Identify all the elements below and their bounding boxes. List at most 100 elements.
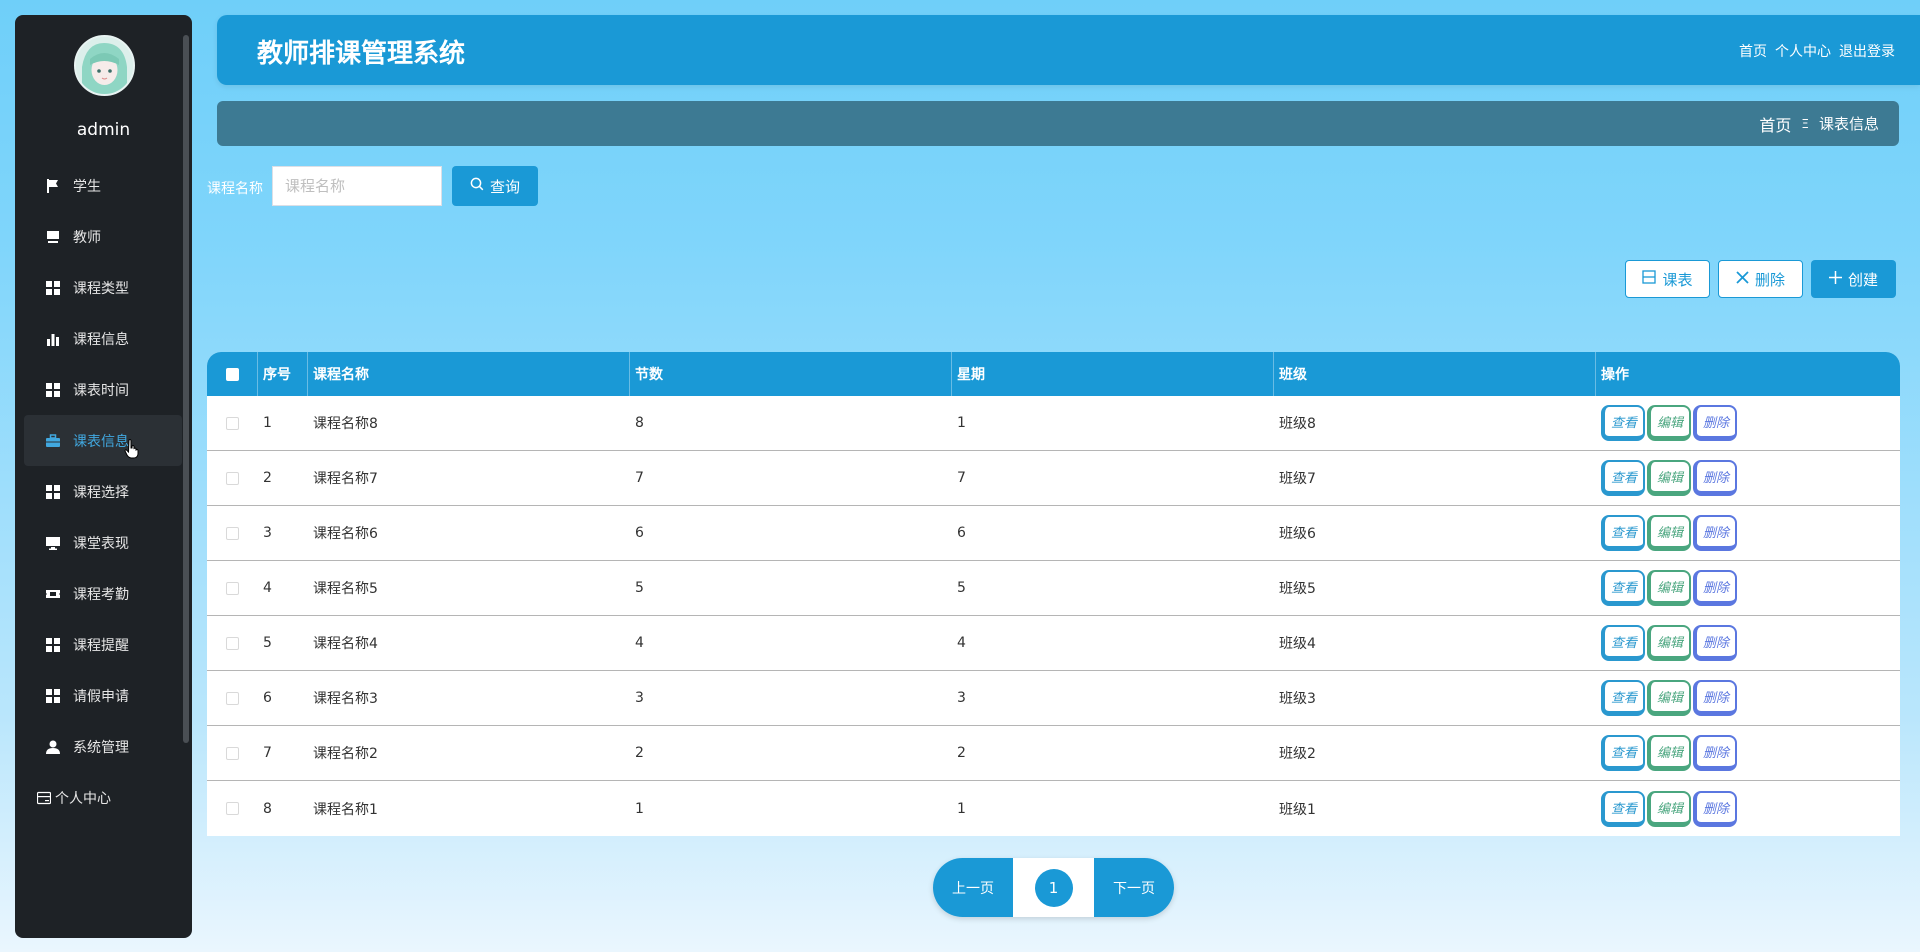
row-class: 班级1 [1279, 801, 1316, 818]
row-check-cell [207, 671, 258, 725]
breadcrumb-current: 课表信息 [1818, 115, 1879, 133]
row-delete-button[interactable]: 删除 [1693, 625, 1737, 661]
row-course-name: 课程名称2 [313, 746, 378, 762]
view-button[interactable]: 查看 [1601, 570, 1645, 606]
header-link-logout[interactable]: 退出登录 [1839, 41, 1895, 61]
edit-button[interactable]: 编辑 [1647, 460, 1691, 496]
row-check-cell [207, 726, 258, 780]
row-class: 班级3 [1279, 691, 1316, 707]
delete-button[interactable]: 删除 [1718, 260, 1803, 298]
row-delete-button[interactable]: 删除 [1693, 405, 1737, 441]
header-link-personal[interactable]: 个人中心 [1775, 41, 1831, 61]
grid-icon [46, 688, 60, 703]
sidebar-item-label: 请假申请 [73, 688, 129, 705]
row-index: 2 [263, 470, 272, 486]
view-button[interactable]: 查看 [1601, 680, 1645, 716]
row-actions: 查看 编辑 删除 [1596, 616, 1900, 670]
row-actions: 查看 编辑 删除 [1596, 671, 1900, 725]
sidebar-item-course-info[interactable]: 课程信息 [15, 313, 192, 364]
row-sections: 1 [635, 800, 644, 817]
row-checkbox[interactable] [226, 746, 239, 760]
user-icon [46, 740, 60, 754]
row-checkbox[interactable] [226, 416, 239, 430]
page-number-current[interactable]: 1 [1034, 868, 1073, 907]
header-link-home[interactable]: 首页 [1739, 41, 1767, 61]
row-index: 8 [263, 800, 272, 817]
create-button[interactable]: 创建 [1811, 260, 1896, 298]
sidebar-item-reminders[interactable]: 课程提醒 [15, 619, 192, 670]
row-checkbox[interactable] [226, 471, 239, 485]
row-delete-button[interactable]: 删除 [1693, 735, 1737, 771]
column-header: 操作 [1601, 367, 1629, 383]
sidebar-item-course-select[interactable]: 课程选择 [15, 466, 192, 517]
view-button[interactable]: 查看 [1601, 735, 1645, 771]
sidebar-item-schedule-time[interactable]: 课表时间 [15, 364, 192, 415]
search-input[interactable] [272, 166, 442, 206]
sidebar-item-schedule-info[interactable]: 课表信息 [24, 415, 182, 466]
row-course-name: 课程名称3 [313, 691, 378, 707]
sidebar-item-label: 课堂表现 [73, 535, 129, 552]
row-index: 1 [263, 415, 272, 431]
column-header: 班级 [1274, 352, 1596, 396]
row-delete-button[interactable]: 删除 [1693, 680, 1737, 716]
row-sections: 8 [635, 415, 644, 431]
view-button[interactable]: 查看 [1601, 460, 1645, 496]
row-class: 班级5 [1279, 581, 1316, 597]
username: admin [76, 120, 131, 140]
schedule-table: 序号 课程名称 节数 星期 班级 操作 1 课程名称8 8 1 班级8 查看 编… [207, 352, 1900, 836]
row-class: 班级8 [1279, 416, 1316, 432]
row-check-cell [207, 396, 258, 450]
row-class: 班级2 [1279, 746, 1316, 762]
view-button[interactable]: 查看 [1601, 790, 1645, 827]
id-card-icon [36, 791, 52, 805]
row-delete-button[interactable]: 删除 [1693, 515, 1737, 551]
next-page-button[interactable]: 下一页 [1094, 858, 1174, 917]
view-button[interactable]: 查看 [1601, 625, 1645, 661]
row-delete-button[interactable]: 删除 [1693, 790, 1737, 827]
sidebar-item-personal-center[interactable]: 个人中心 [15, 772, 192, 823]
row-weekday: 6 [957, 525, 966, 541]
sidebar-item-class-performance[interactable]: 课堂表现 [15, 517, 192, 568]
row-course-name: 课程名称7 [313, 471, 378, 487]
row-checkbox[interactable] [226, 691, 239, 705]
row-delete-button[interactable]: 删除 [1693, 460, 1737, 496]
row-checkbox[interactable] [226, 581, 239, 595]
sidebar-item-leave-requests[interactable]: 请假申请 [15, 670, 192, 721]
edit-button[interactable]: 编辑 [1647, 680, 1691, 716]
breadcrumb-home[interactable]: 首页 [1759, 112, 1791, 136]
sidebar-item-system[interactable]: 系统管理 [15, 721, 192, 772]
edit-button[interactable]: 编辑 [1647, 570, 1691, 606]
edit-button[interactable]: 编辑 [1647, 735, 1691, 771]
view-button[interactable]: 查看 [1601, 405, 1645, 441]
sidebar-item-attendance[interactable]: 课程考勤 [15, 568, 192, 619]
edit-button[interactable]: 编辑 [1647, 405, 1691, 441]
grid-icon [46, 484, 60, 499]
row-checkbox[interactable] [226, 802, 239, 815]
row-check-cell [207, 781, 258, 836]
schedule-button[interactable]: 课表 [1625, 260, 1710, 298]
row-actions: 查看 编辑 删除 [1596, 781, 1900, 836]
column-header: 星期 [952, 352, 1274, 396]
select-all-checkbox[interactable] [225, 367, 239, 381]
edit-button[interactable]: 编辑 [1647, 515, 1691, 551]
edit-button[interactable]: 编辑 [1647, 790, 1691, 827]
row-index: 4 [263, 580, 272, 596]
schedule-button-label: 课表 [1662, 270, 1693, 289]
column-header: 序号 [258, 352, 308, 396]
grid-icon [46, 382, 60, 397]
row-delete-button[interactable]: 删除 [1693, 570, 1737, 606]
row-checkbox[interactable] [226, 636, 239, 650]
sidebar-item-students[interactable]: 学生 [15, 160, 192, 211]
row-sections: 3 [635, 690, 644, 706]
row-checkbox[interactable] [226, 526, 239, 540]
sidebar-item-teachers[interactable]: 教师 [15, 211, 192, 262]
view-button[interactable]: 查看 [1601, 515, 1645, 551]
monitor-icon [46, 536, 60, 550]
row-check-cell [207, 451, 258, 505]
grid-icon [46, 637, 60, 652]
search-button[interactable]: 查询 [452, 166, 538, 206]
prev-page-button[interactable]: 上一页 [933, 858, 1013, 917]
edit-button[interactable]: 编辑 [1647, 625, 1691, 661]
sidebar-item-course-types[interactable]: 课程类型 [15, 262, 192, 313]
row-index: 3 [263, 525, 272, 541]
